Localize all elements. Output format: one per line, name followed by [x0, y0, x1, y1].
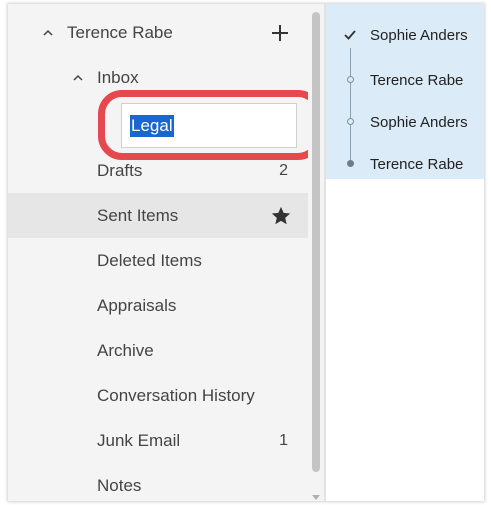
message-item[interactable]: Sophie Anders: [326, 101, 484, 143]
message-sender: Sophie Anders: [370, 113, 468, 131]
account-row[interactable]: Terence Rabe: [8, 10, 308, 55]
message-item[interactable]: Sophie Anders: [326, 14, 484, 56]
folder-label: Sent Items: [97, 205, 179, 225]
scrollbar-thumb[interactable]: [312, 12, 320, 472]
thread-node-icon: [347, 118, 354, 125]
chevron-up-icon[interactable]: [72, 72, 84, 84]
scroll-down-arrow-icon[interactable]: [311, 489, 321, 500]
folder-label: Drafts: [97, 160, 143, 180]
selected-text: Legal: [130, 114, 174, 137]
folder-label: Archive: [97, 340, 154, 360]
unread-count: 1: [279, 431, 288, 449]
folder-label: Junk Email: [97, 430, 181, 450]
folder-item-appraisals[interactable]: Appraisals: [8, 283, 308, 328]
message-sender: Terence Rabe: [370, 71, 464, 89]
message-item[interactable]: Terence Rabe: [326, 59, 484, 101]
folder-label: Deleted Items: [97, 250, 202, 270]
message-list-pane: Sophie Anders Terence Rabe Sophie Anders…: [326, 4, 484, 501]
folder-item-archive[interactable]: Archive: [8, 328, 308, 373]
folder-pane: Terence Rabe Inbox Legal Drafts 2 Sent I…: [8, 4, 322, 501]
message-item[interactable]: Terence Rabe: [326, 143, 484, 185]
new-folder-name-input[interactable]: Legal: [121, 103, 297, 148]
folder-label: Appraisals: [97, 295, 177, 315]
mail-window: Terence Rabe Inbox Legal Drafts 2 Sent I…: [8, 4, 484, 501]
folder-item-conversation-history[interactable]: Conversation History: [8, 373, 308, 418]
thread-node-icon: [347, 160, 354, 167]
chevron-up-icon[interactable]: [42, 27, 54, 39]
folder-item-drafts[interactable]: Drafts 2: [8, 148, 308, 193]
folder-label: Conversation History: [97, 385, 255, 405]
folder-item-notes[interactable]: Notes: [8, 463, 308, 501]
folder-item-junk-email[interactable]: Junk Email 1: [8, 418, 308, 463]
star-icon[interactable]: [270, 205, 292, 227]
folder-scrollbar[interactable]: [308, 4, 324, 501]
folder-label: Notes: [97, 475, 142, 495]
unread-count: 2: [279, 161, 288, 179]
add-folder-button[interactable]: [270, 23, 290, 43]
folder-label: Inbox: [97, 67, 139, 87]
folder-item-deleted-items[interactable]: Deleted Items: [8, 238, 308, 283]
thread-node-icon: [347, 76, 354, 83]
conversation-thread[interactable]: Sophie Anders Terence Rabe Sophie Anders…: [326, 4, 484, 179]
folder-item-sent-items[interactable]: Sent Items: [8, 193, 308, 238]
message-sender: Sophie Anders: [370, 26, 468, 44]
message-sender: Terence Rabe: [370, 155, 464, 173]
folder-item-inbox[interactable]: Inbox: [8, 55, 308, 100]
checkmark-icon: [343, 28, 357, 42]
account-name: Terence Rabe: [67, 22, 173, 42]
